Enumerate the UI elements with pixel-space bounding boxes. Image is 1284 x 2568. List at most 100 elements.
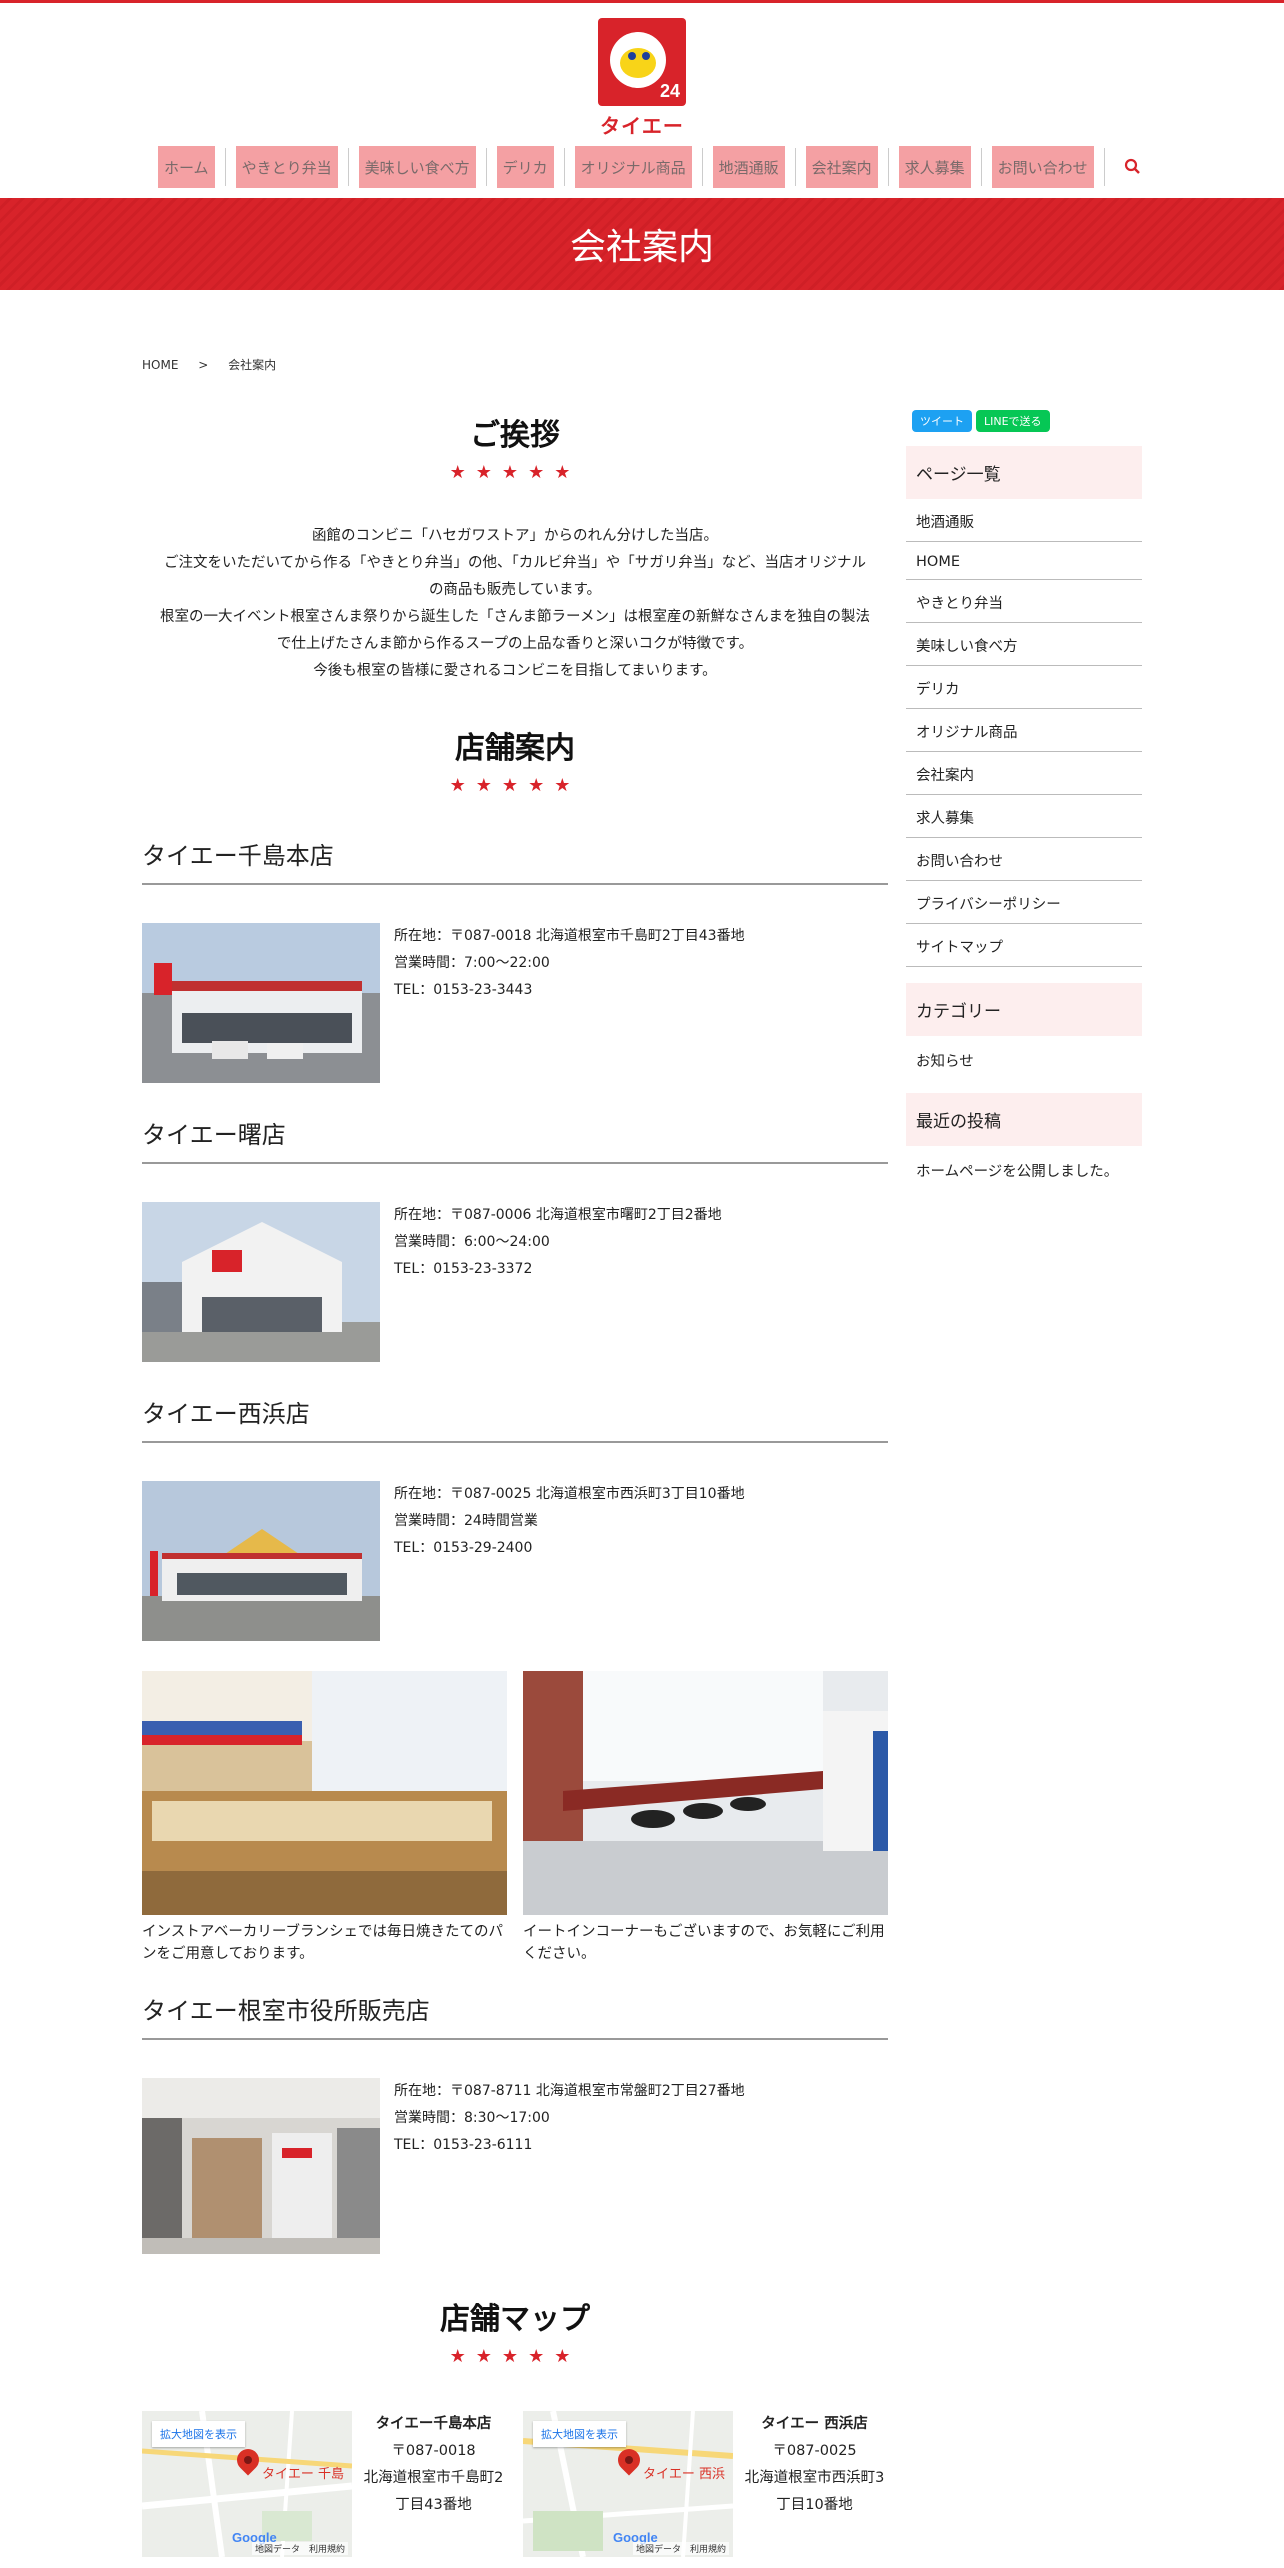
sidebar-item-howto[interactable]: 美味しい食べ方 [906,623,1142,666]
nav-item-sake[interactable]: 地酒通販 [712,146,785,188]
sidebar-heading-recent: 最近の投稿 [906,1093,1142,1146]
store-address: 所在地：〒087-0025 北海道根室市西浜町3丁目10番地 [394,1486,745,1502]
interior-photos: インストアベーカリーブランシェでは毎日焼きたてのパンをご用意しております。 イー… [142,1671,888,1965]
store-photo [142,923,380,1083]
photo-card: イートインコーナーもございますので、お気軽にご利用ください。 [523,1671,888,1965]
sidebar: ツイート LINEで送る ページ一覧 地酒通販 HOME やきとり弁当 美味しい… [906,410,1142,1191]
nav-item-deli[interactable]: デリカ [496,146,554,188]
sidebar-item-deli[interactable]: デリカ [906,666,1142,709]
map-pin-label: タイエー 千島 [262,2467,345,2482]
store-details: 所在地：〒087-0025 北海道根室市西浜町3丁目10番地 営業時間：24時間… [394,1481,745,1641]
nav-item-original[interactable]: オリジナル商品 [574,146,692,188]
sidebar-item-privacy[interactable]: プライバシーポリシー [906,881,1142,924]
store-entry: 所在地：〒087-0025 北海道根室市西浜町3丁目10番地 営業時間：24時間… [142,1481,888,1641]
store-address: 所在地：〒087-0006 北海道根室市曙町2丁目2番地 [394,1207,722,1223]
logo-mark: 24 [598,18,686,106]
store-photo [142,1481,380,1641]
sidebar-item-recruit[interactable]: 求人募集 [906,795,1142,838]
map-enlarge-link[interactable]: 拡大地図を表示 [533,2421,626,2447]
store-map[interactable]: 拡大地図を表示 タイエー 千島 Google 地図データ 利用規約 [142,2411,352,2557]
map-title: 店舗マップ [440,2302,590,2337]
star-divider: ★★★★★ [449,775,581,796]
search-icon[interactable] [1121,155,1145,179]
logo-number: 24 [659,81,680,101]
map-store-name: タイエー千島本店 [375,2416,492,2432]
store-map[interactable]: 拡大地図を表示 タイエー 西浜 Google 地図データ 利用規約 [523,2411,733,2557]
global-nav: ホーム やきとり弁当 美味しい食べ方 デリカ オリジナル商品 地酒通販 会社案内… [158,146,1145,188]
store-tel[interactable]: TEL：0153-29-2400 [394,1535,745,1562]
map-store-name: タイエー 西浜店 [761,2416,868,2432]
greeting-text: 函館のコンビニ「ハセガワストア」からのれん分けした当店。 ご注文をいただいてから… [160,528,870,679]
store-address: 所在地：〒087-8711 北海道根室市常盤町2丁目27番地 [394,2083,745,2099]
star-divider: ★★★★★ [449,2346,581,2367]
nav-item-contact[interactable]: お問い合わせ [991,146,1094,188]
store-hours: 営業時間：24時間営業 [394,1513,538,1529]
breadcrumb-current: 会社案内 [228,358,277,372]
store-photo [142,1202,380,1362]
store-tel[interactable]: TEL：0153-23-3372 [394,1256,722,1283]
map-footer[interactable]: 地図データ 利用規約 [632,2542,729,2555]
site-logo[interactable]: 24 タイエー [598,18,686,138]
nav-item-home[interactable]: ホーム [158,146,215,188]
logo-text: タイエー [600,114,684,138]
line-share-button[interactable]: LINEで送る [976,410,1050,432]
sidebar-item-recent-post[interactable]: ホームページを公開しました。 [906,1146,1142,1191]
store-photo [142,2078,380,2254]
eat-in-photo [523,1671,888,1915]
sidebar-item-category-news[interactable]: お知らせ [906,1036,1142,1081]
map-store-info: タイエー 西浜店 〒087-0025 北海道根室市西浜町3 丁目10番地 [744,2416,885,2513]
store-tel[interactable]: TEL：0153-23-6111 [394,2132,745,2159]
store-heading: タイエー西浜店 [142,1394,888,1443]
photo-caption: イートインコーナーもございますので、お気軽にご利用ください。 [523,1924,885,1962]
breadcrumb-home[interactable]: HOME [142,358,178,372]
main-content: ご挨拶 ★★★★★ 函館のコンビニ「ハセガワストア」からのれん分けした当店。 ご… [142,410,888,2557]
nav-item-company[interactable]: 会社案内 [805,146,878,188]
greeting-title: ご挨拶 [470,418,560,453]
store-details: 所在地：〒087-8711 北海道根室市常盤町2丁目27番地 営業時間：8:30… [394,2078,745,2254]
sidebar-item-company[interactable]: 会社案内 [906,752,1142,795]
photo-card: インストアベーカリーブランシェでは毎日焼きたてのパンをご用意しております。 [142,1671,507,1965]
breadcrumb-separator: > [198,358,209,372]
page-title: 会社案内 [569,227,714,268]
store-hours: 営業時間：7:00～22:00 [394,955,550,971]
bakery-photo [142,1671,507,1915]
store-tel[interactable]: TEL：0153-23-3443 [394,977,745,1004]
social-buttons: ツイート LINEで送る [906,410,1142,432]
map-store-info: タイエー千島本店 〒087-0018 北海道根室市千島町2 丁目43番地 [363,2416,504,2513]
tweet-button[interactable]: ツイート [912,410,972,432]
sidebar-page-list: 地酒通販 HOME やきとり弁当 美味しい食べ方 デリカ オリジナル商品 会社案… [906,499,1142,967]
sidebar-item-yakitori[interactable]: やきとり弁当 [906,580,1142,623]
store-hours: 営業時間：8:30～17:00 [394,2110,550,2126]
page-banner: 会社案内 [0,198,1284,290]
map-card: 拡大地図を表示 タイエー 千島 Google 地図データ 利用規約 タイエー千島… [142,2411,507,2557]
nav-item-yakitori[interactable]: やきとり弁当 [235,146,338,188]
store-entry: 所在地：〒087-0018 北海道根室市千島町2丁目43番地 営業時間：7:00… [142,923,888,1083]
star-divider: ★★★★★ [449,462,581,483]
store-heading: タイエー千島本店 [142,836,888,885]
map-enlarge-link[interactable]: 拡大地図を表示 [152,2421,245,2447]
top-accent-line [0,0,1284,3]
store-heading: タイエー曙店 [142,1115,888,1164]
stores-title: 店舗案内 [455,731,575,766]
sidebar-item-sitemap[interactable]: サイトマップ [906,924,1142,967]
map-card: 拡大地図を表示 タイエー 西浜 Google 地図データ 利用規約 タイエー 西… [523,2411,888,2557]
nav-item-recruit[interactable]: 求人募集 [898,146,971,188]
store-address: 所在地：〒087-0018 北海道根室市千島町2丁目43番地 [394,928,745,944]
nav-item-howto[interactable]: 美味しい食べ方 [358,146,476,188]
store-hours: 営業時間：6:00～24:00 [394,1234,550,1250]
store-details: 所在地：〒087-0018 北海道根室市千島町2丁目43番地 営業時間：7:00… [394,923,745,1083]
map-row: 拡大地図を表示 タイエー 千島 Google 地図データ 利用規約 タイエー千島… [142,2411,888,2557]
store-details: 所在地：〒087-0006 北海道根室市曙町2丁目2番地 営業時間：6:00～2… [394,1202,722,1362]
store-heading: タイエー根室市役所販売店 [142,1991,888,2040]
map-footer[interactable]: 地図データ 利用規約 [251,2542,348,2555]
map-pin-label: タイエー 西浜 [643,2467,726,2482]
store-entry: 所在地：〒087-0006 北海道根室市曙町2丁目2番地 営業時間：6:00～2… [142,1202,888,1362]
store-entry: 所在地：〒087-8711 北海道根室市常盤町2丁目27番地 営業時間：8:30… [142,2078,888,2254]
photo-caption: インストアベーカリーブランシェでは毎日焼きたてのパンをご用意しております。 [142,1924,504,1962]
sidebar-item-sake[interactable]: 地酒通販 [906,499,1142,542]
sidebar-item-contact[interactable]: お問い合わせ [906,838,1142,881]
sidebar-heading-pages: ページ一覧 [906,446,1142,499]
sidebar-item-original[interactable]: オリジナル商品 [906,709,1142,752]
sidebar-heading-category: カテゴリー [906,983,1142,1036]
sidebar-item-home[interactable]: HOME [906,542,1142,580]
